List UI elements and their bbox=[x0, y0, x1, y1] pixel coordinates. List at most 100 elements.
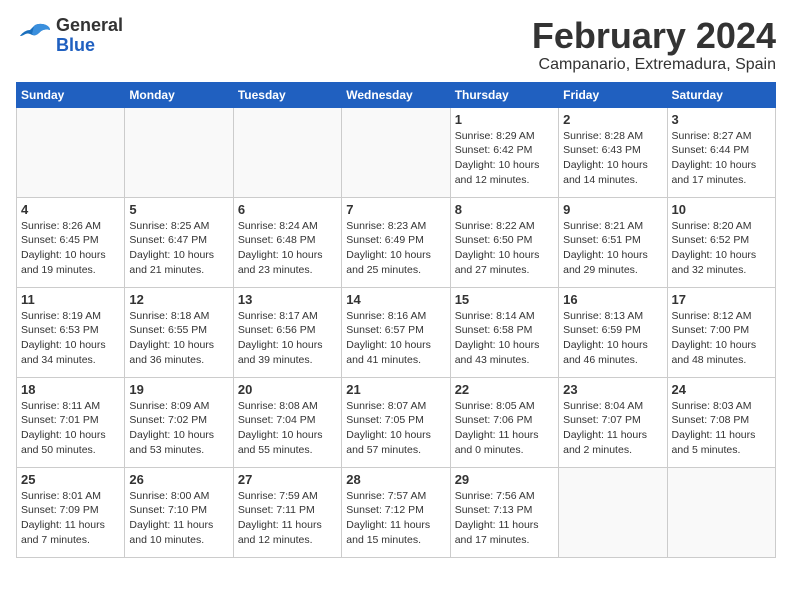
month-title: February 2024 bbox=[532, 16, 776, 56]
day-info: Sunrise: 8:11 AM Sunset: 7:01 PM Dayligh… bbox=[21, 399, 120, 458]
day-number: 3 bbox=[672, 112, 771, 127]
day-number: 10 bbox=[672, 202, 771, 217]
weekday-header: Saturday bbox=[667, 82, 775, 107]
calendar-cell: 19 Sunrise: 8:09 AM Sunset: 7:02 PM Dayli… bbox=[125, 377, 233, 467]
day-info: Sunrise: 8:18 AM Sunset: 6:55 PM Dayligh… bbox=[129, 309, 228, 368]
calendar-cell: 5 Sunrise: 8:25 AM Sunset: 6:47 PM Daylig… bbox=[125, 197, 233, 287]
calendar-cell bbox=[17, 107, 125, 197]
calendar-cell: 17Sunrise: 8:12 AM Sunset: 7:00 PM Dayli… bbox=[667, 287, 775, 377]
logo-general: General bbox=[56, 16, 123, 36]
day-info: Sunrise: 8:17 AM Sunset: 6:56 PM Dayligh… bbox=[238, 309, 337, 368]
day-info: Sunrise: 8:13 AM Sunset: 6:59 PM Dayligh… bbox=[563, 309, 662, 368]
calendar-cell: 14Sunrise: 8:16 AM Sunset: 6:57 PM Dayli… bbox=[342, 287, 450, 377]
day-info: Sunrise: 8:03 AM Sunset: 7:08 PM Dayligh… bbox=[672, 399, 771, 458]
calendar-cell bbox=[342, 107, 450, 197]
day-number: 18 bbox=[21, 382, 120, 397]
calendar-cell: 10 Sunrise: 8:20 AM Sunset: 6:52 PM Dayli… bbox=[667, 197, 775, 287]
day-info: Sunrise: 8:09 AM Sunset: 7:02 PM Dayligh… bbox=[129, 399, 228, 458]
day-info: Sunrise: 8:04 AM Sunset: 7:07 PM Dayligh… bbox=[563, 399, 662, 458]
day-number: 27 bbox=[238, 472, 337, 487]
day-number: 25 bbox=[21, 472, 120, 487]
calendar-cell: 11 Sunrise: 8:19 AM Sunset: 6:53 PM Dayli… bbox=[17, 287, 125, 377]
day-info: Sunrise: 8:08 AM Sunset: 7:04 PM Dayligh… bbox=[238, 399, 337, 458]
day-number: 26 bbox=[129, 472, 228, 487]
day-info: Sunrise: 8:14 AM Sunset: 6:58 PM Dayligh… bbox=[455, 309, 554, 368]
day-number: 6 bbox=[238, 202, 337, 217]
calendar-week-row: 1 Sunrise: 8:29 AM Sunset: 6:42 PM Daylig… bbox=[17, 107, 776, 197]
logo-text: General Blue bbox=[56, 16, 123, 56]
logo: General Blue bbox=[16, 16, 123, 56]
day-info: Sunrise: 7:59 AM Sunset: 7:11 PM Dayligh… bbox=[238, 489, 337, 548]
day-info: Sunrise: 8:24 AM Sunset: 6:48 PM Dayligh… bbox=[238, 219, 337, 278]
day-info: Sunrise: 7:57 AM Sunset: 7:12 PM Dayligh… bbox=[346, 489, 445, 548]
day-number: 9 bbox=[563, 202, 662, 217]
day-info: Sunrise: 8:21 AM Sunset: 6:51 PM Dayligh… bbox=[563, 219, 662, 278]
calendar-cell: 24 Sunrise: 8:03 AM Sunset: 7:08 PM Dayli… bbox=[667, 377, 775, 467]
calendar-cell: 8 Sunrise: 8:22 AM Sunset: 6:50 PM Daylig… bbox=[450, 197, 558, 287]
calendar-table: SundayMondayTuesdayWednesdayThursdayFrid… bbox=[16, 82, 776, 558]
logo-blue: Blue bbox=[56, 36, 123, 56]
location-subtitle: Campanario, Extremadura, Spain bbox=[532, 56, 776, 74]
day-number: 4 bbox=[21, 202, 120, 217]
day-number: 21 bbox=[346, 382, 445, 397]
day-info: Sunrise: 8:05 AM Sunset: 7:06 PM Dayligh… bbox=[455, 399, 554, 458]
day-number: 13 bbox=[238, 292, 337, 307]
day-info: Sunrise: 8:01 AM Sunset: 7:09 PM Dayligh… bbox=[21, 489, 120, 548]
day-number: 24 bbox=[672, 382, 771, 397]
day-info: Sunrise: 8:22 AM Sunset: 6:50 PM Dayligh… bbox=[455, 219, 554, 278]
calendar-cell bbox=[667, 467, 775, 557]
calendar-cell: 28 Sunrise: 7:57 AM Sunset: 7:12 PM Dayli… bbox=[342, 467, 450, 557]
day-number: 19 bbox=[129, 382, 228, 397]
weekday-header-row: SundayMondayTuesdayWednesdayThursdayFrid… bbox=[17, 82, 776, 107]
title-section: February 2024 Campanario, Extremadura, S… bbox=[532, 16, 776, 74]
day-info: Sunrise: 8:00 AM Sunset: 7:10 PM Dayligh… bbox=[129, 489, 228, 548]
calendar-cell: 26 Sunrise: 8:00 AM Sunset: 7:10 PM Dayli… bbox=[125, 467, 233, 557]
day-info: Sunrise: 7:56 AM Sunset: 7:13 PM Dayligh… bbox=[455, 489, 554, 548]
day-number: 29 bbox=[455, 472, 554, 487]
day-info: Sunrise: 8:19 AM Sunset: 6:53 PM Dayligh… bbox=[21, 309, 120, 368]
weekday-header: Sunday bbox=[17, 82, 125, 107]
calendar-cell: 2Sunrise: 8:28 AM Sunset: 6:43 PM Daylig… bbox=[559, 107, 667, 197]
weekday-header: Friday bbox=[559, 82, 667, 107]
calendar-cell bbox=[233, 107, 341, 197]
calendar-cell: 23 Sunrise: 8:04 AM Sunset: 7:07 PM Dayli… bbox=[559, 377, 667, 467]
day-info: Sunrise: 8:16 AM Sunset: 6:57 PM Dayligh… bbox=[346, 309, 445, 368]
calendar-cell: 29 Sunrise: 7:56 AM Sunset: 7:13 PM Dayli… bbox=[450, 467, 558, 557]
day-number: 16 bbox=[563, 292, 662, 307]
calendar-cell: 22Sunrise: 8:05 AM Sunset: 7:06 PM Dayli… bbox=[450, 377, 558, 467]
calendar-cell: 25 Sunrise: 8:01 AM Sunset: 7:09 PM Dayli… bbox=[17, 467, 125, 557]
weekday-header: Wednesday bbox=[342, 82, 450, 107]
day-number: 1 bbox=[455, 112, 554, 127]
day-number: 8 bbox=[455, 202, 554, 217]
day-number: 17 bbox=[672, 292, 771, 307]
calendar-week-row: 4Sunrise: 8:26 AM Sunset: 6:45 PM Daylig… bbox=[17, 197, 776, 287]
day-number: 20 bbox=[238, 382, 337, 397]
calendar-cell: 7 Sunrise: 8:23 AM Sunset: 6:49 PM Daylig… bbox=[342, 197, 450, 287]
calendar-cell: 15Sunrise: 8:14 AM Sunset: 6:58 PM Dayli… bbox=[450, 287, 558, 377]
day-number: 5 bbox=[129, 202, 228, 217]
day-number: 7 bbox=[346, 202, 445, 217]
calendar-cell bbox=[559, 467, 667, 557]
day-number: 28 bbox=[346, 472, 445, 487]
day-info: Sunrise: 8:07 AM Sunset: 7:05 PM Dayligh… bbox=[346, 399, 445, 458]
day-info: Sunrise: 8:29 AM Sunset: 6:42 PM Dayligh… bbox=[455, 129, 554, 188]
weekday-header: Thursday bbox=[450, 82, 558, 107]
logo-bird-icon bbox=[16, 22, 52, 50]
day-number: 23 bbox=[563, 382, 662, 397]
calendar-cell: 9 Sunrise: 8:21 AM Sunset: 6:51 PM Daylig… bbox=[559, 197, 667, 287]
day-info: Sunrise: 8:23 AM Sunset: 6:49 PM Dayligh… bbox=[346, 219, 445, 278]
day-number: 11 bbox=[21, 292, 120, 307]
day-number: 12 bbox=[129, 292, 228, 307]
calendar-week-row: 25 Sunrise: 8:01 AM Sunset: 7:09 PM Dayli… bbox=[17, 467, 776, 557]
calendar-cell: 12 Sunrise: 8:18 AM Sunset: 6:55 PM Dayli… bbox=[125, 287, 233, 377]
day-info: Sunrise: 8:27 AM Sunset: 6:44 PM Dayligh… bbox=[672, 129, 771, 188]
calendar-cell: 18 Sunrise: 8:11 AM Sunset: 7:01 PM Dayli… bbox=[17, 377, 125, 467]
weekday-header: Monday bbox=[125, 82, 233, 107]
calendar-cell: 16 Sunrise: 8:13 AM Sunset: 6:59 PM Dayli… bbox=[559, 287, 667, 377]
day-info: Sunrise: 8:20 AM Sunset: 6:52 PM Dayligh… bbox=[672, 219, 771, 278]
calendar-cell bbox=[125, 107, 233, 197]
calendar-cell: 13 Sunrise: 8:17 AM Sunset: 6:56 PM Dayli… bbox=[233, 287, 341, 377]
day-number: 2 bbox=[563, 112, 662, 127]
day-info: Sunrise: 8:25 AM Sunset: 6:47 PM Dayligh… bbox=[129, 219, 228, 278]
calendar-cell: 20 Sunrise: 8:08 AM Sunset: 7:04 PM Dayli… bbox=[233, 377, 341, 467]
